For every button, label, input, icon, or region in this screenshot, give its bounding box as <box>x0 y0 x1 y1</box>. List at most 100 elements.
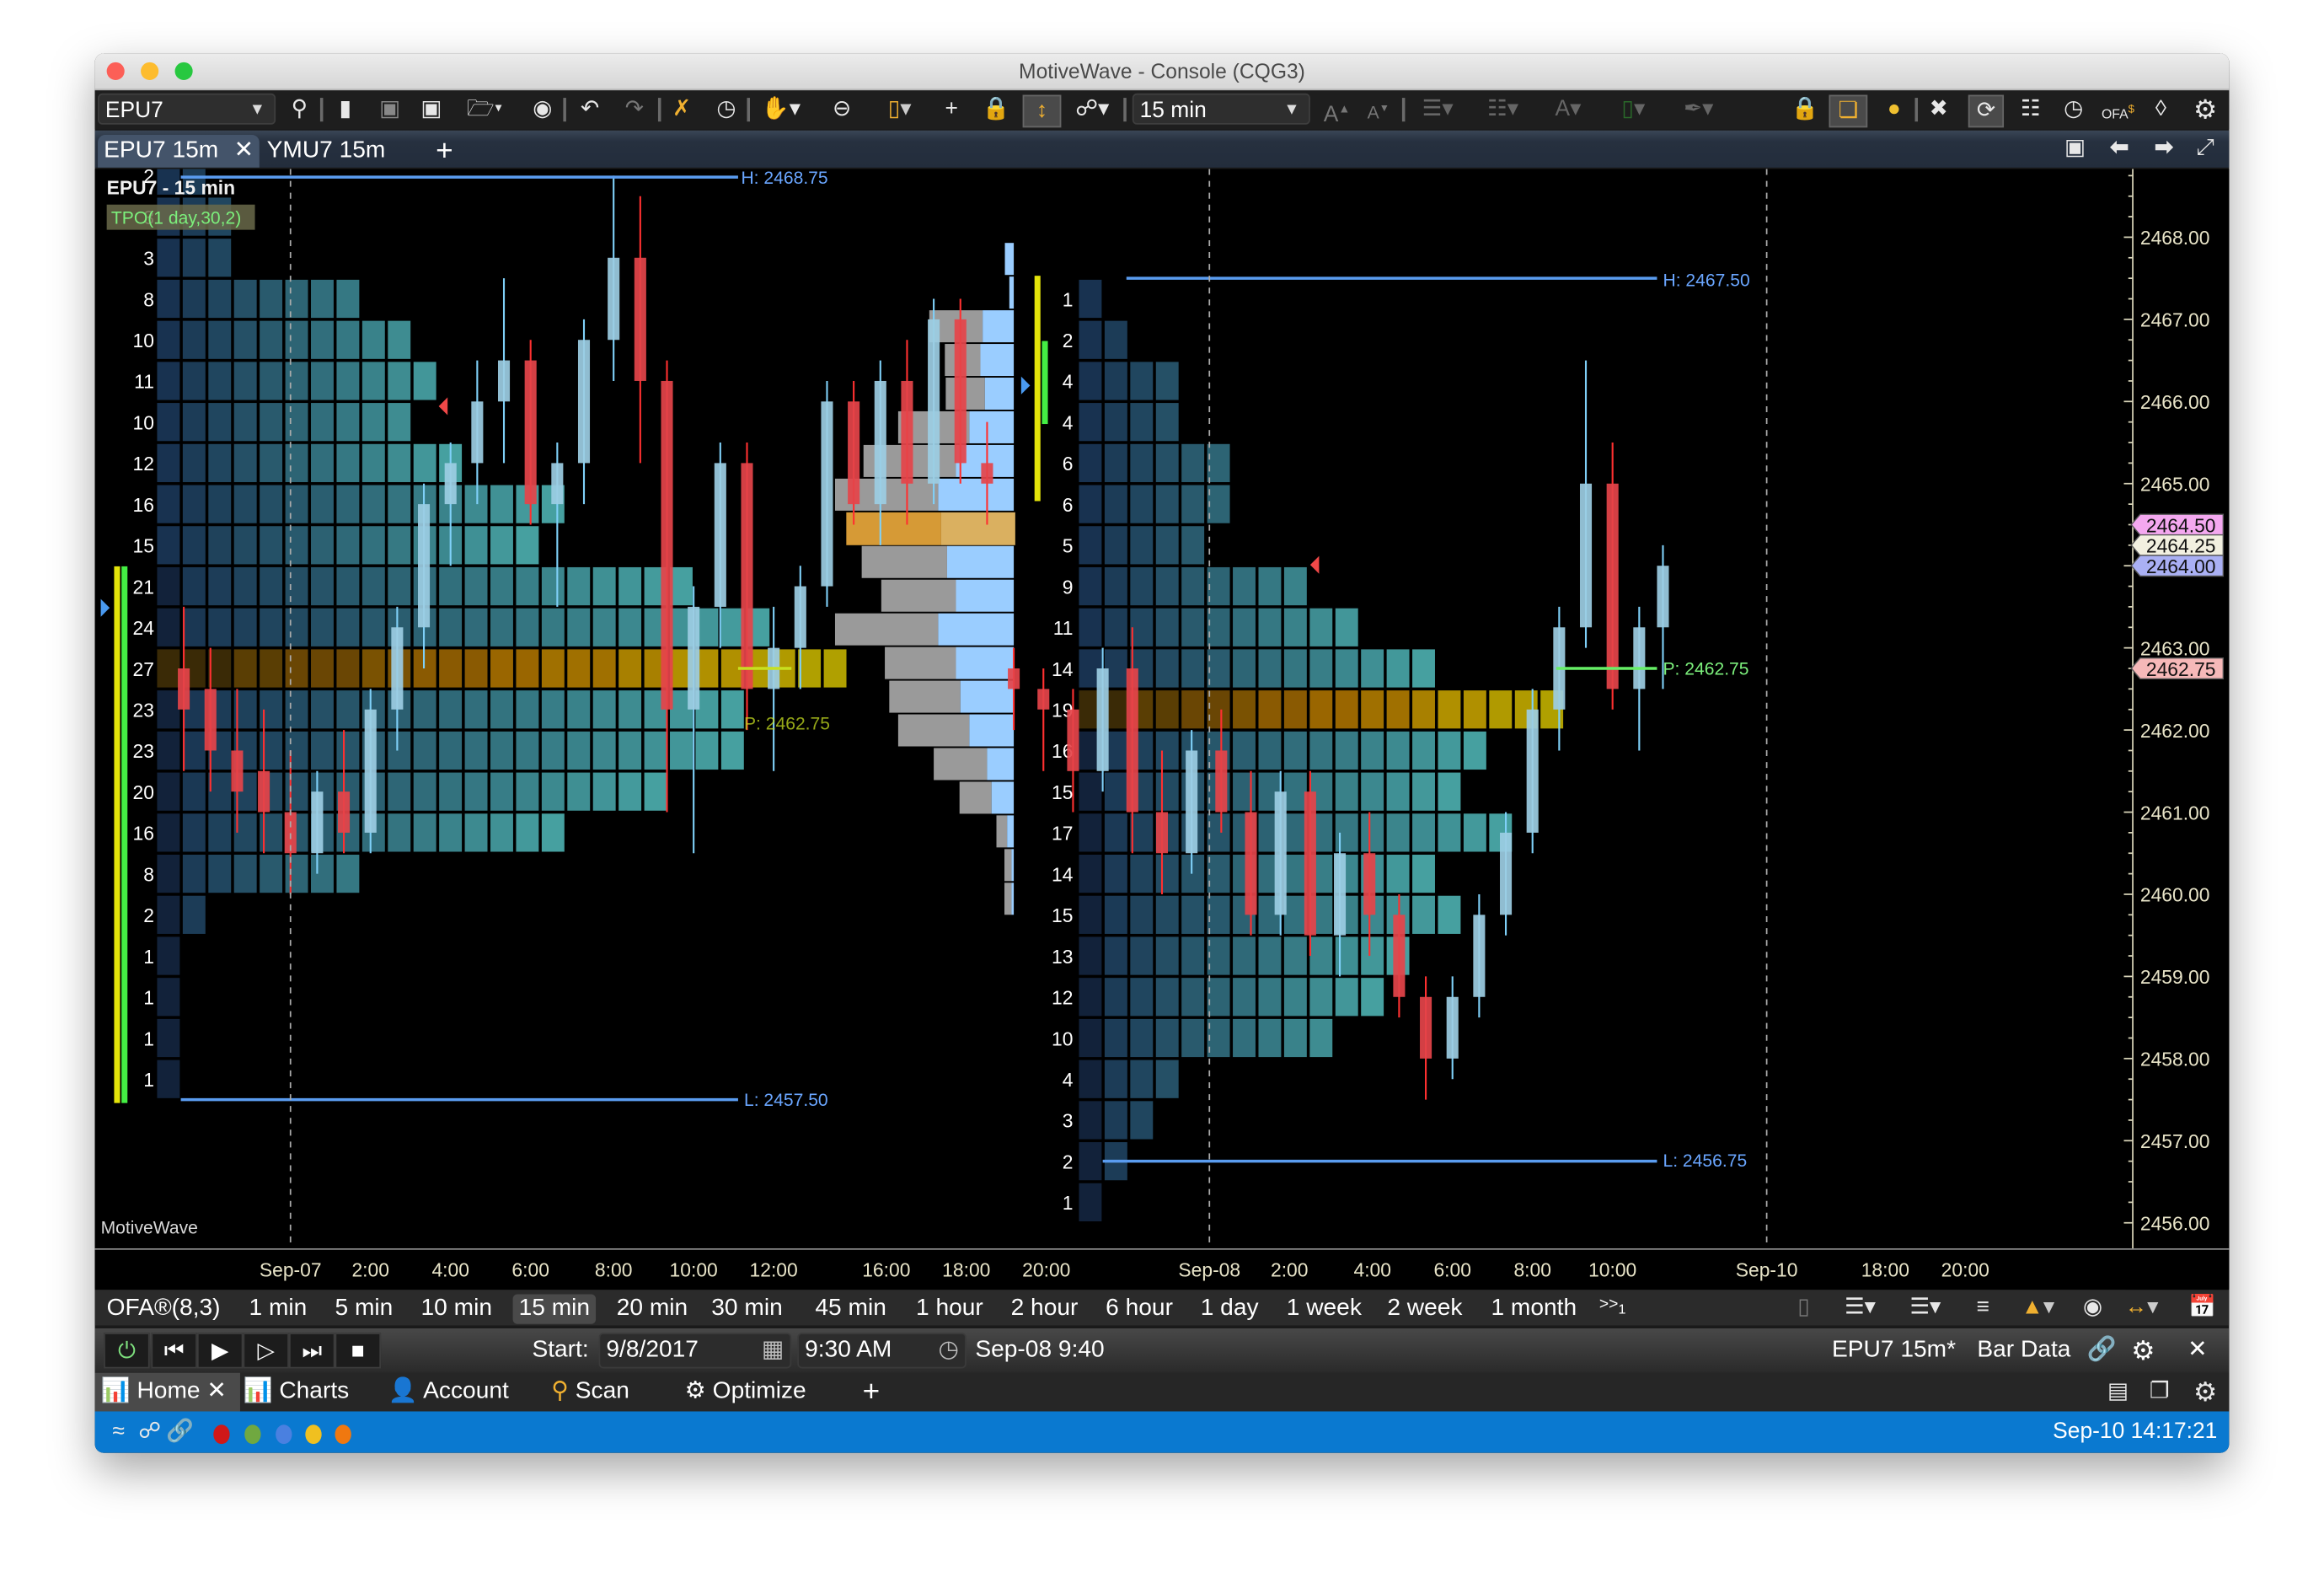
refresh-icon[interactable]: ⟳ <box>1968 94 2005 128</box>
open-folder-icon[interactable]: 🗁▾ <box>463 95 507 125</box>
ofa-icon[interactable]: OFA$ <box>2099 95 2138 125</box>
close-icon[interactable]: ✕ <box>206 1379 227 1404</box>
chevron-down-icon[interactable]: ▼ <box>1283 95 1299 126</box>
tab-home[interactable]: 📊 Home ✕ <box>94 1372 240 1412</box>
symbol-combo[interactable]: EPU7 ▼ <box>98 93 276 126</box>
font-increase-icon[interactable]: A▲ <box>1322 95 1352 127</box>
calendar-icon[interactable]: 📅 <box>2187 1293 2217 1322</box>
undo-icon[interactable]: ↶ <box>575 95 604 125</box>
copy-page-icon[interactable]: ❐ <box>2146 1377 2173 1407</box>
more-periods-button[interactable]: >>1 <box>1599 1290 1626 1324</box>
status-dot-orange[interactable] <box>335 1424 351 1445</box>
period-1-week[interactable]: 1 week <box>1287 1295 1362 1324</box>
play-icon[interactable]: ▶ <box>196 1333 244 1369</box>
alarm-add-icon[interactable]: ◷ <box>711 95 741 125</box>
link-icon[interactable]: 🔗 <box>2087 1336 2117 1365</box>
period-1-hour[interactable]: 1 hour <box>916 1295 983 1324</box>
chevron-down-icon[interactable]: ▼ <box>249 95 265 126</box>
add-tab-button[interactable]: + <box>430 135 459 168</box>
period-45-min[interactable]: 45 min <box>815 1295 886 1324</box>
tools-icon[interactable]: ✖ <box>1924 95 1953 125</box>
stop-icon[interactable]: ■ <box>335 1333 382 1369</box>
search-icon[interactable]: ⚲ <box>285 95 314 125</box>
eye-icon[interactable]: ◉ <box>2078 1293 2107 1322</box>
chart-canvas[interactable]: 2338101110121615212427232320168211111244… <box>95 156 2230 1290</box>
list-icon[interactable]: ≡ <box>1968 1293 1998 1322</box>
crosshair-icon[interactable]: + <box>937 95 967 125</box>
bar-style-icon[interactable]: ▯▾ <box>877 95 922 125</box>
save-icon[interactable]: ▣ <box>377 95 404 125</box>
calendar-icon[interactable]: ▦ <box>762 1334 784 1367</box>
study-button[interactable]: OFA®(8,3) <box>107 1295 221 1324</box>
arrow-left-icon[interactable]: ⬅ <box>2105 133 2134 163</box>
price-axis[interactable]: 2468.002467.002466.002465.002463.002462.… <box>2123 169 2230 1290</box>
clock-icon[interactable]: ◷ <box>938 1334 959 1367</box>
fit-width-icon[interactable]: ↔▾ <box>2117 1293 2167 1322</box>
status-dot-green[interactable] <box>244 1424 261 1445</box>
line-dash-icon[interactable]: ☷▾ <box>1479 95 1526 125</box>
diamond-dollar-icon[interactable]: ◊ <box>2146 95 2176 125</box>
fast-forward-icon[interactable]: ⏭ <box>288 1333 335 1369</box>
close-icon[interactable]: ✕ <box>2187 1336 2208 1365</box>
study-label[interactable]: TPO(1 day,30,2) <box>111 209 241 228</box>
save-as-icon[interactable]: ▣ <box>418 95 445 125</box>
zoom-out-icon[interactable]: ⊖ <box>827 95 856 125</box>
start-time-field[interactable]: 9:30 AM ◷ <box>797 1333 967 1369</box>
columns-icon[interactable]: ☷ <box>2016 95 2045 125</box>
tab-ymu7-15m[interactable]: YMU7 15m <box>261 135 392 168</box>
interval-combo[interactable]: 15 min ▼ <box>1132 93 1310 126</box>
minimize-panel-icon[interactable]: ⤢ <box>2191 133 2220 163</box>
arrow-right-icon[interactable]: ➡ <box>2149 133 2178 163</box>
tab-account[interactable]: 👤 Account <box>383 1373 515 1412</box>
overlay-icon[interactable]: ❏ <box>1829 94 1868 128</box>
step-icon[interactable]: ▷ <box>243 1333 289 1369</box>
chart-add-icon[interactable]: ▲▾ <box>2013 1293 2064 1322</box>
line-style-icon[interactable]: ☰▾ <box>1414 95 1461 125</box>
period-2-week[interactable]: 2 week <box>1387 1295 1462 1324</box>
gear-icon[interactable]: ⚙ <box>2191 95 2220 125</box>
status-dot-red[interactable] <box>213 1424 230 1445</box>
theme-icon[interactable]: ● <box>1879 95 1909 125</box>
dollar-clock-icon[interactable]: ◷ <box>2057 95 2090 125</box>
period-1-min[interactable]: 1 min <box>249 1295 307 1324</box>
font-decrease-icon[interactable]: A▼ <box>1363 95 1393 125</box>
tab-optimize[interactable]: ⚙ Optimize <box>679 1373 812 1412</box>
layout-icon[interactable]: ▤ <box>2105 1377 2132 1407</box>
period-20-min[interactable]: 20 min <box>617 1295 688 1324</box>
tab-charts[interactable]: 📊 Charts <box>237 1373 355 1412</box>
new-page-icon[interactable]: ▮ <box>332 95 359 125</box>
status-dot-blue[interactable] <box>276 1424 292 1445</box>
fit-vertical-icon[interactable]: ↕ <box>1022 94 1062 128</box>
rewind-icon[interactable]: ⏮ <box>151 1333 197 1369</box>
chart-panel[interactable]: 2338101110121615212427232320168211111244… <box>94 156 2230 1290</box>
period-6-hour[interactable]: 6 hour <box>1106 1295 1173 1324</box>
gear-icon[interactable]: ⚙ <box>2131 1336 2155 1365</box>
period-30-min[interactable]: 30 min <box>711 1295 782 1324</box>
hand-pan-icon[interactable]: ✋▾ <box>756 95 806 125</box>
lock-scale-icon[interactable]: 🔒 <box>981 95 1010 125</box>
camera-icon[interactable]: ◉ <box>527 95 557 125</box>
align-right-icon[interactable]: ☰▾ <box>1900 1293 1951 1322</box>
period-5-min[interactable]: 5 min <box>335 1295 394 1324</box>
bar-data-label[interactable]: Bar Data <box>1977 1336 2070 1365</box>
period-15-min[interactable]: 15 min <box>512 1294 597 1324</box>
fill-color-icon[interactable]: ▯▾ <box>1609 95 1657 125</box>
auto-trend-icon[interactable]: ✗ <box>667 95 697 125</box>
power-icon[interactable]: ⏻ <box>104 1333 150 1369</box>
period-1-month[interactable]: 1 month <box>1491 1295 1577 1324</box>
period-10-min[interactable]: 10 min <box>421 1295 492 1324</box>
redo-icon[interactable]: ↷ <box>619 95 649 125</box>
period-2-hour[interactable]: 2 hour <box>1011 1295 1079 1324</box>
lock-chart-icon[interactable]: 🔒 <box>1791 95 1820 125</box>
status-dot-yellow[interactable] <box>305 1424 322 1445</box>
bar-icon[interactable]: ▯ <box>1793 1293 1814 1322</box>
link-icon[interactable]: ☍▾ <box>1067 95 1117 125</box>
gear-icon[interactable]: ⚙ <box>2191 1377 2220 1407</box>
detach-icon[interactable]: ▣ <box>2060 133 2090 163</box>
tab-scan[interactable]: ⚲ Scan <box>545 1373 635 1412</box>
start-date-field[interactable]: 9/8/2017 ▦ <box>598 1333 792 1369</box>
add-app-tab-button[interactable]: + <box>857 1373 886 1412</box>
close-icon[interactable]: ✕ <box>234 138 254 164</box>
period-1-day[interactable]: 1 day <box>1201 1295 1259 1324</box>
tab-epu7-15m[interactable]: EPU7 15m ✕ <box>98 135 260 168</box>
